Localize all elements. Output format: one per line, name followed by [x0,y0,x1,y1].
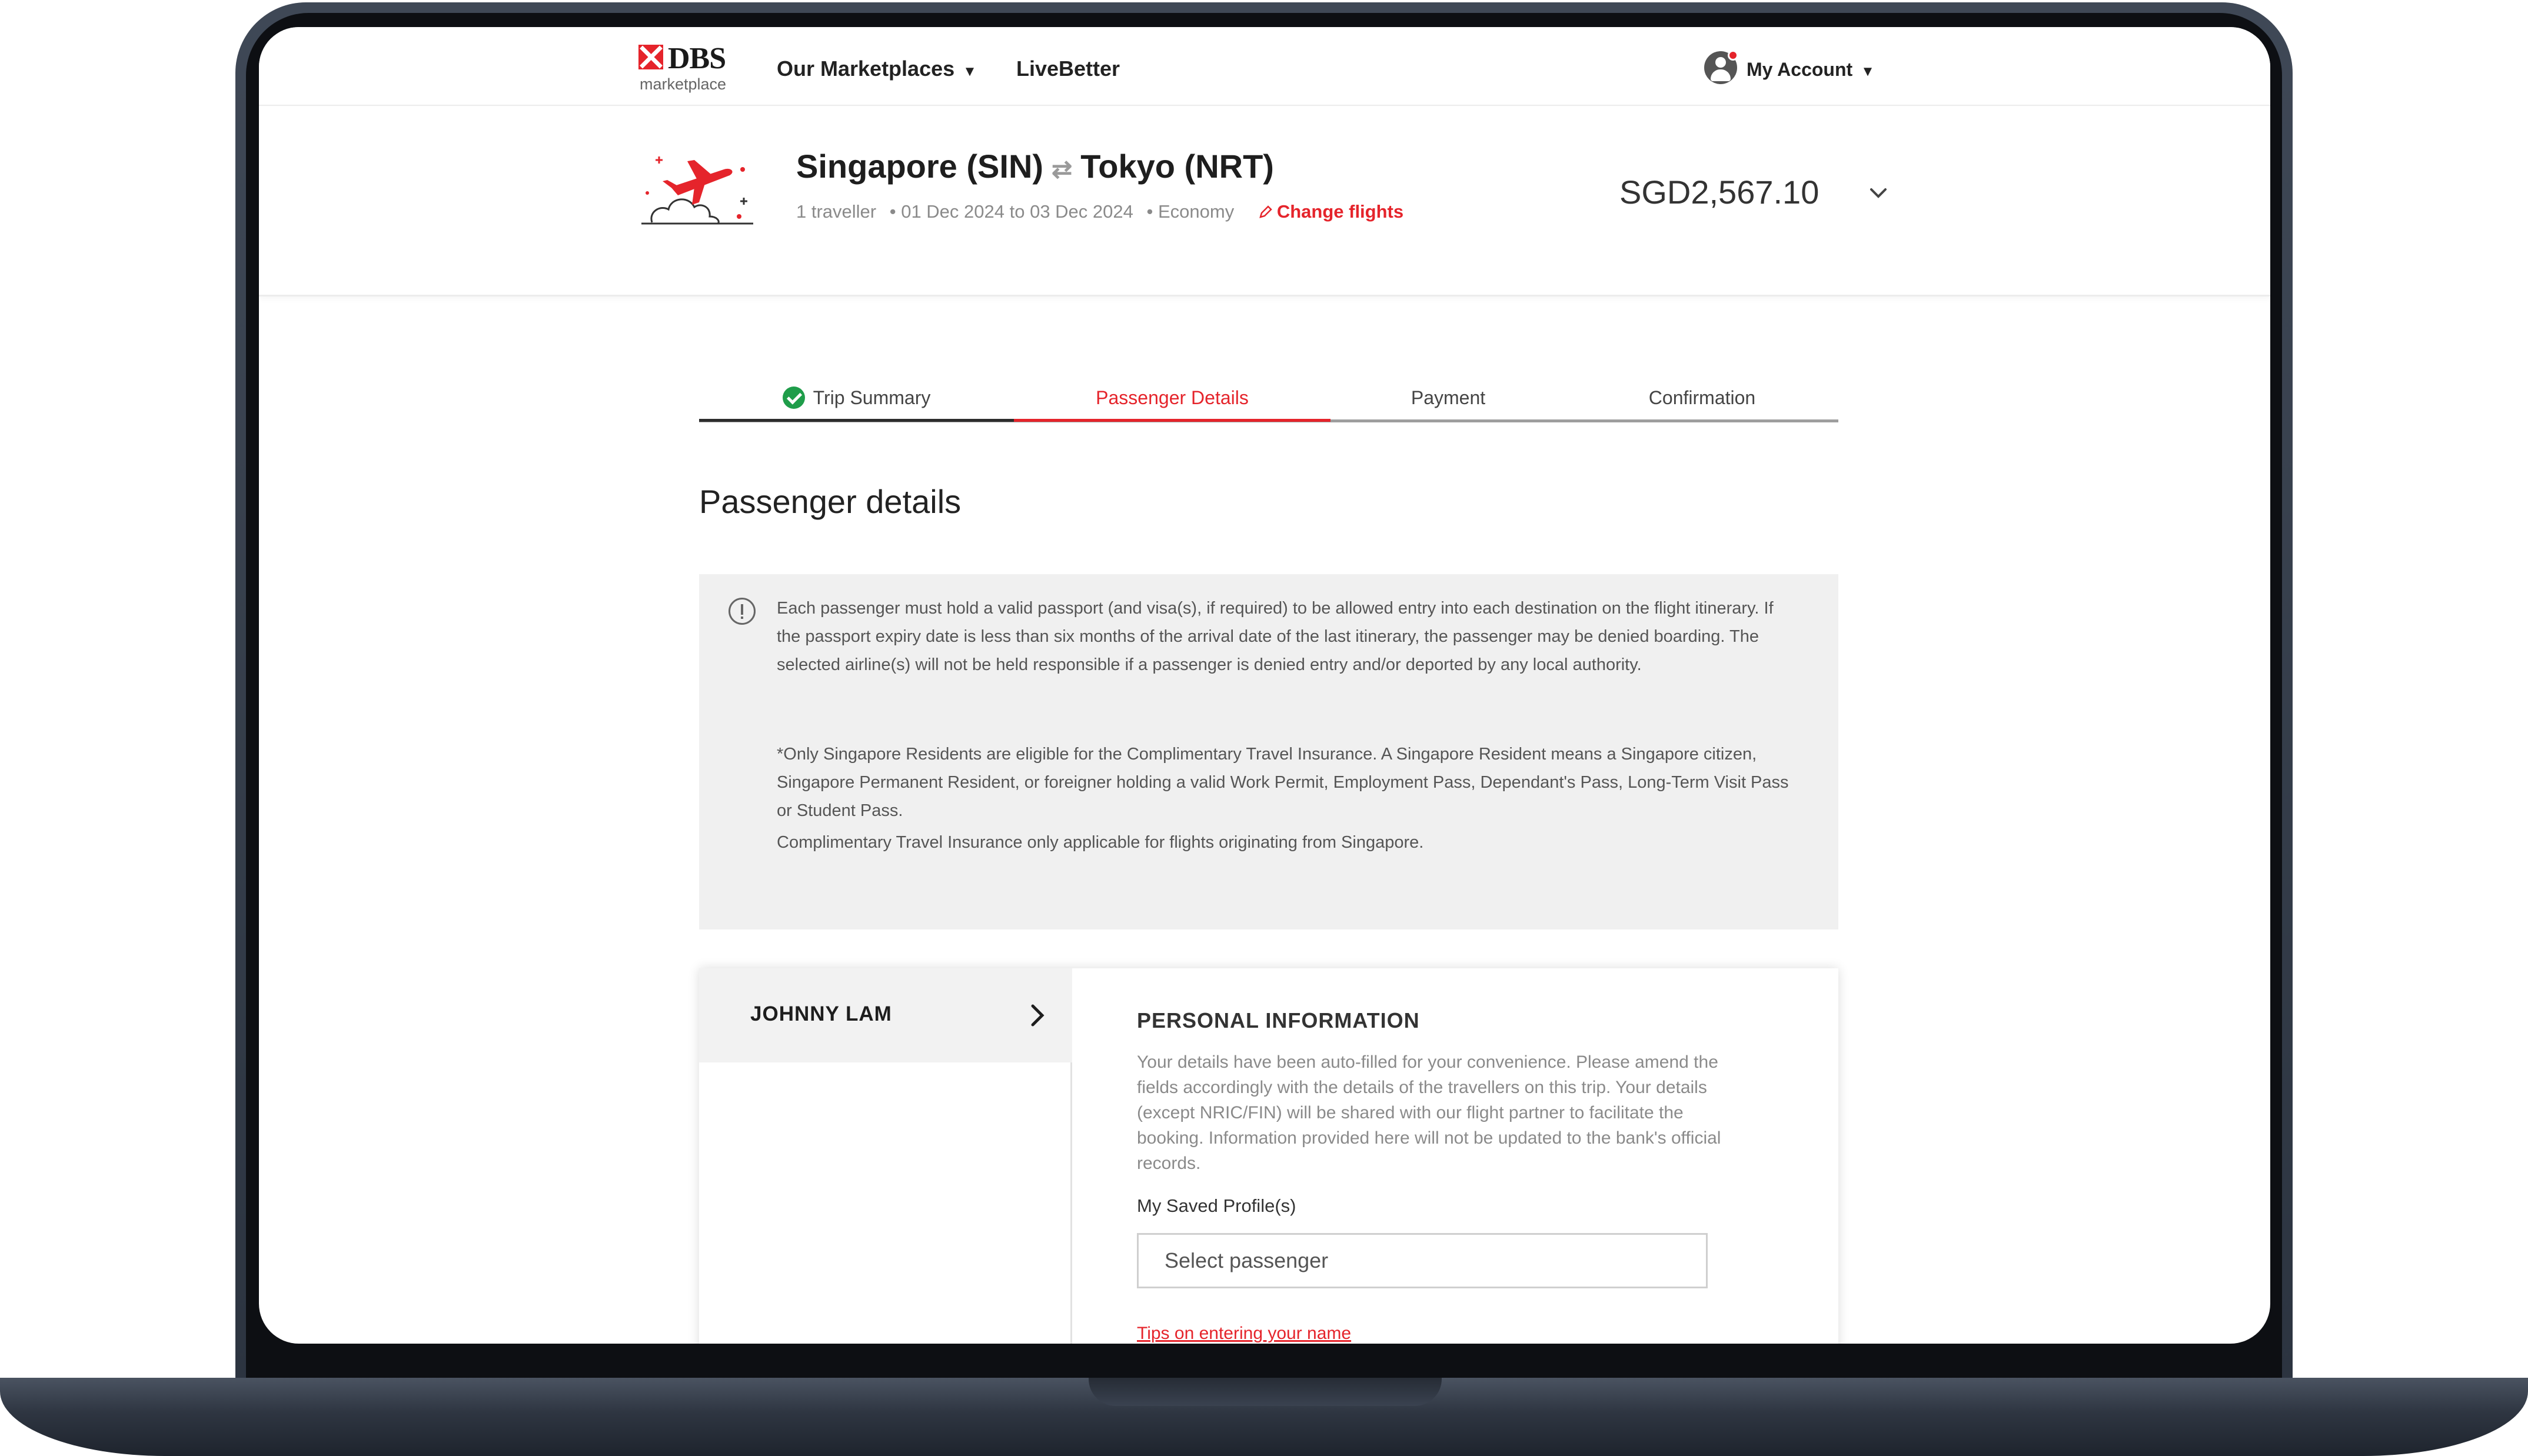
my-account-menu[interactable]: My Account ▼ [1747,59,1875,81]
airplane-illustration-icon [641,156,753,225]
my-account-label: My Account [1747,59,1853,80]
pencil-icon [1259,205,1272,218]
dbs-logo-icon [638,45,663,69]
name-tips-link[interactable]: Tips on entering your name [1137,1324,1351,1344]
traveller-count: 1 traveller [796,201,877,222]
passenger-list: JOHNNY LAM [699,968,1072,1344]
trip-dates: • 01 Dec 2024 to 03 Dec 2024 [889,201,1133,222]
trip-meta: 1 traveller • 01 Dec 2024 to 03 Dec 2024… [796,201,1420,222]
total-price: SGD2,567.10 [1619,174,1820,211]
nav-our-marketplaces[interactable]: Our Marketplaces ▼ [777,56,977,81]
personal-info-form: PERSONAL INFORMATION Your details have b… [1137,968,1796,1344]
step-trip-summary-label: Trip Summary [813,387,931,408]
chevron-down-icon[interactable] [1865,180,1891,206]
notice-passport-text: Each passenger must hold a valid passpor… [777,599,1774,674]
browser-screen: DBS marketplace Our Marketplaces ▼ LiveBe… [259,27,2270,1344]
logo-wordmark: DBS [668,42,726,75]
laptop-notch [1089,1378,1442,1406]
step-confirmation[interactable]: Confirmation [1566,380,1838,422]
flight-summary-header: Singapore (SIN) ⇄ Tokyo (NRT) 1 traveller … [259,107,2270,296]
step-passenger-details[interactable]: Passenger Details [1014,380,1330,422]
step-confirmation-label: Confirmation [1648,387,1756,408]
chevron-right-icon [1031,1004,1045,1027]
notice-insurance-text: *Only Singapore Residents are eligible f… [777,745,1789,820]
top-navbar: DBS marketplace Our Marketplaces ▼ LiveBe… [259,27,2270,106]
check-circle-icon [782,386,805,409]
cabin-class: • Economy [1146,201,1235,222]
page-title: Passenger details [699,483,962,520]
logo-subtitle: marketplace [640,75,727,93]
notification-dot [1728,50,1738,61]
nav-livebetter-label: LiveBetter [1016,56,1120,81]
origin-city: Singapore (SIN) [796,148,1044,185]
change-flights-link[interactable]: Change flights [1258,201,1412,222]
nav-livebetter[interactable]: LiveBetter [1016,56,1120,81]
caret-down-icon: ▼ [963,64,977,79]
passport-notice: Each passenger must hold a valid passpor… [699,574,1838,929]
nav-our-marketplaces-label: Our Marketplaces [777,56,955,81]
swap-arrows-icon: ⇄ [1052,155,1073,183]
dbs-marketplace-logo[interactable]: DBS marketplace [638,40,741,93]
passenger-item[interactable]: JOHNNY LAM [699,968,1072,1062]
booking-steps: Trip Summary Passenger Details Payment C… [699,380,1838,422]
personal-info-description: Your details have been auto-filled for y… [1137,1052,1721,1173]
saved-profiles-label: My Saved Profile(s) [1137,1195,1296,1216]
notice-origin-text: Complimentary Travel Insurance only appl… [777,833,1424,852]
personal-info-heading: PERSONAL INFORMATION [1137,1008,1420,1032]
passenger-name: JOHNNY LAM [750,1002,892,1025]
info-icon [729,598,756,625]
change-flights-label: Change flights [1276,201,1404,222]
passenger-card: JOHNNY LAM PERSONAL INFORMATION Your det… [699,968,1838,1344]
destination-city: Tokyo (NRT) [1080,148,1274,185]
step-payment[interactable]: Payment [1330,380,1566,422]
step-payment-label: Payment [1411,387,1486,408]
step-trip-summary[interactable]: Trip Summary [699,380,1014,422]
route-title: Singapore (SIN) ⇄ Tokyo (NRT) [796,147,1274,185]
saved-profile-select[interactable]: Select passenger [1137,1233,1708,1288]
caret-down-icon: ▼ [1861,64,1875,79]
step-passenger-details-label: Passenger Details [1096,387,1249,408]
saved-profile-placeholder: Select passenger [1165,1248,1329,1272]
